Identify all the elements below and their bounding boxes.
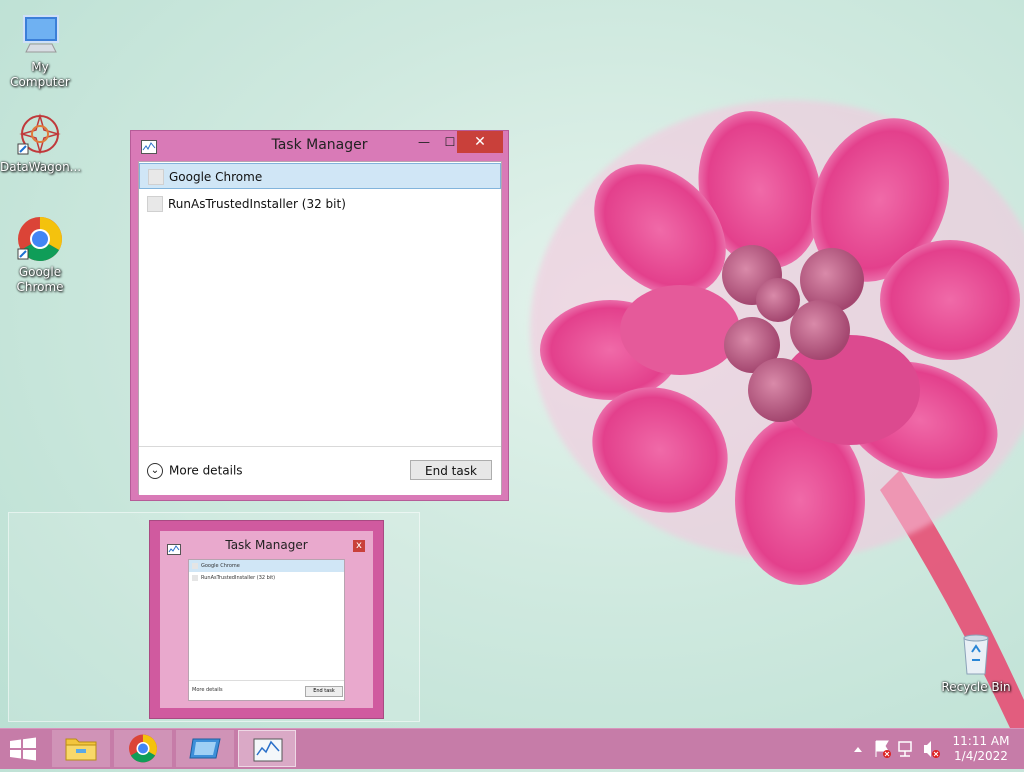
process-row-runastrustedinstaller[interactable]: RunAsTrustedInstaller (32 bit) <box>139 191 501 217</box>
chrome-icon <box>16 215 64 263</box>
clock[interactable]: 11:11 AM 1/4/2022 <box>946 734 1016 764</box>
process-icon <box>192 563 198 569</box>
process-name: Google Chrome <box>169 170 263 184</box>
desktop-icon-label: Google Chrome <box>16 265 64 294</box>
taskbar-task-manager[interactable] <box>238 730 296 767</box>
thumbnail-title: Task Manager <box>225 538 308 552</box>
process-icon <box>148 169 164 185</box>
desktop-icon-datawagon[interactable]: DataWagon... <box>0 110 82 175</box>
remote-desktop-icon <box>189 738 221 759</box>
task-manager-icon <box>253 738 283 762</box>
desktop-icon-label: DataWagon... <box>0 160 82 174</box>
datawagon-app-icon <box>16 110 64 158</box>
desktop-icon-my-computer[interactable]: My Computer <box>0 10 80 90</box>
task-manager-window: Task Manager — ☐ ✕ Google Chrome RunAsTr… <box>130 130 509 501</box>
desktop-icon-label: My Computer <box>10 60 70 89</box>
thumbnail-more-details: More details <box>192 687 223 693</box>
action-center-flag-icon[interactable] <box>875 740 891 758</box>
process-row-google-chrome[interactable]: Google Chrome <box>139 163 501 189</box>
desktop-icon-label: Recycle Bin <box>941 680 1011 694</box>
thumbnail-close-button[interactable]: x <box>353 540 365 552</box>
more-details-label: More details <box>169 463 243 478</box>
title-bar[interactable]: Task Manager — ☐ ✕ <box>131 131 508 161</box>
thumbnail-end-task: End task <box>305 686 343 697</box>
taskbar-google-chrome[interactable] <box>114 730 172 767</box>
windows-logo-icon <box>10 737 36 761</box>
thumbnail-row: Google Chrome <box>189 560 344 572</box>
clock-date: 1/4/2022 <box>954 749 1008 763</box>
more-details-toggle[interactable]: ⌄ More details <box>147 463 243 479</box>
recycle-bin-icon <box>952 630 1000 678</box>
close-button[interactable]: ✕ <box>457 131 503 153</box>
thumbnail-row-label: RunAsTrustedInstaller (32 bit) <box>201 575 276 581</box>
clock-time: 11:11 AM <box>952 734 1010 748</box>
computer-icon <box>16 10 64 58</box>
taskbar-file-explorer[interactable] <box>52 730 110 767</box>
minimize-button[interactable]: — <box>411 131 437 153</box>
process-icon <box>192 575 198 581</box>
speaker-muted-icon[interactable] <box>924 741 940 758</box>
desktop-icon-google-chrome[interactable]: Google Chrome <box>0 215 80 295</box>
process-list: Google Chrome RunAsTrustedInstaller (32 … <box>138 161 502 495</box>
chevron-up-icon[interactable] <box>854 747 862 752</box>
system-tray <box>848 729 943 769</box>
desktop-icon-recycle-bin[interactable]: Recycle Bin <box>936 630 1016 695</box>
taskbar-remote-desktop[interactable] <box>176 730 234 767</box>
start-button[interactable] <box>8 737 38 761</box>
chrome-icon <box>129 734 157 763</box>
chevron-down-icon: ⌄ <box>147 463 163 479</box>
folder-icon <box>65 738 97 761</box>
thumbnail-row: RunAsTrustedInstaller (32 bit) <box>189 572 344 584</box>
task-manager-thumbnail[interactable]: Task Manager x Google Chrome RunAsTruste… <box>149 520 384 719</box>
process-name: RunAsTrustedInstaller (32 bit) <box>168 197 346 211</box>
thumbnail-window: Task Manager x Google Chrome RunAsTruste… <box>160 531 373 708</box>
thumbnail-footer: More details End task <box>189 680 344 701</box>
taskbar: 11:11 AM 1/4/2022 <box>0 728 1024 769</box>
window-footer: ⌄ More details End task <box>139 446 501 495</box>
end-task-button[interactable]: End task <box>410 460 492 480</box>
thumbnail-content: Google Chrome RunAsTrustedInstaller (32 … <box>188 559 345 701</box>
process-icon <box>147 196 163 212</box>
network-icon[interactable] <box>898 741 912 757</box>
thumbnail-row-label: Google Chrome <box>201 563 240 569</box>
